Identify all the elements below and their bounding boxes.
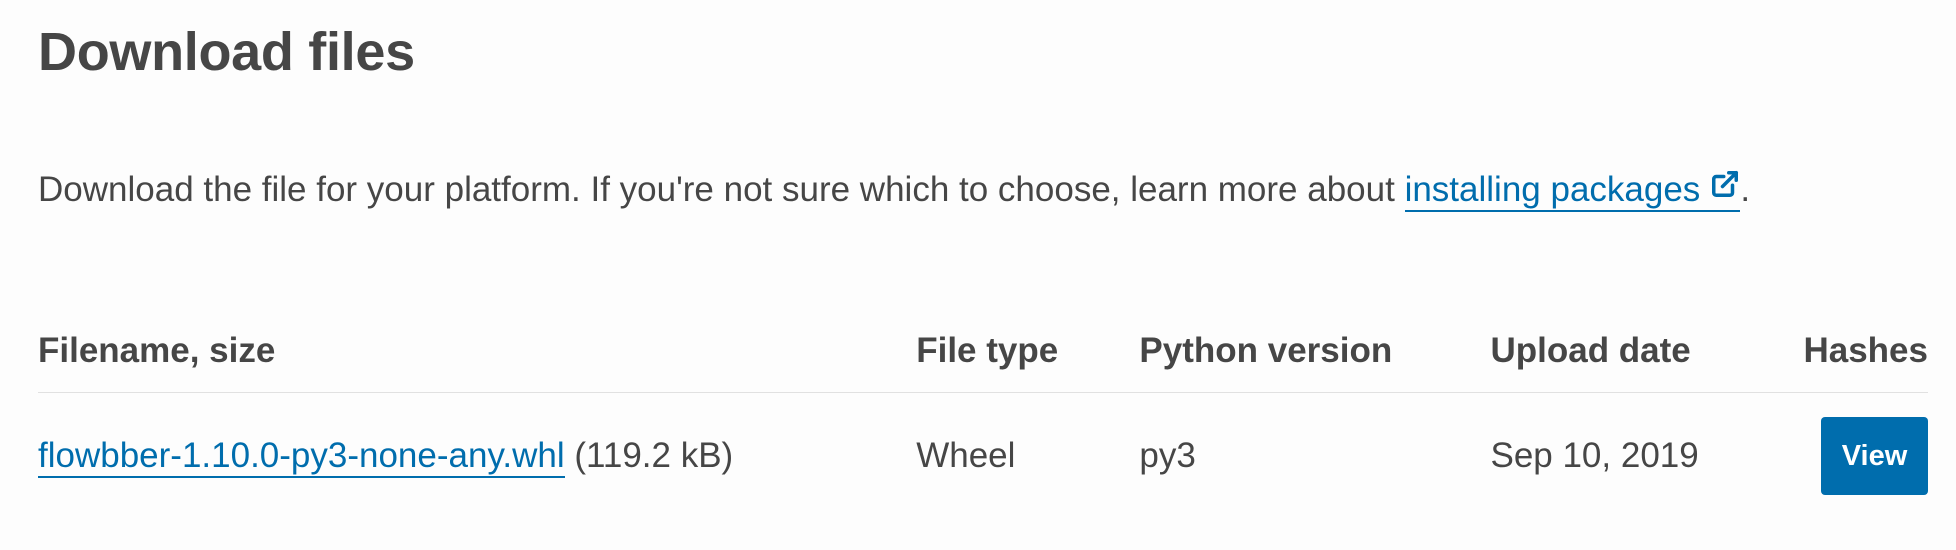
python-version-cell: py3 [1139, 436, 1196, 475]
filename-cell: flowbber-1.10.0-py3-none-any.whl (119.2 … [38, 393, 916, 520]
files-table: Filename, size File type Python version … [38, 310, 1928, 519]
section-title: Download files [38, 22, 415, 82]
installing-packages-link-label: installing packages [1404, 170, 1701, 209]
file-type-cell: Wheel [916, 436, 1016, 475]
intro-text: Download the file for your platform. If … [38, 170, 1405, 209]
intro-suffix: . [1740, 170, 1751, 209]
file-size: (119.2 kB) [574, 436, 734, 475]
table-row: flowbber-1.10.0-py3-none-any.whl (119.2 … [38, 393, 1928, 520]
header-file-type: File type [916, 310, 1140, 393]
header-hashes: Hashes [1803, 310, 1928, 393]
view-hashes-button[interactable]: View [1821, 417, 1928, 495]
header-python-version: Python version [1139, 310, 1491, 393]
upload-date-cell: Sep 10, 2019 [1490, 436, 1699, 475]
filename-link[interactable]: flowbber-1.10.0-py3-none-any.whl [38, 436, 565, 478]
hashes-cell: View [1803, 393, 1928, 520]
table-header-row: Filename, size File type Python version … [38, 310, 1928, 393]
installing-packages-link[interactable]: installing packages [1404, 170, 1741, 212]
external-link-icon [1710, 162, 1740, 214]
intro-paragraph: Download the file for your platform. If … [38, 164, 1750, 218]
header-upload-date: Upload date [1490, 310, 1804, 393]
header-filename: Filename, size [38, 310, 917, 393]
